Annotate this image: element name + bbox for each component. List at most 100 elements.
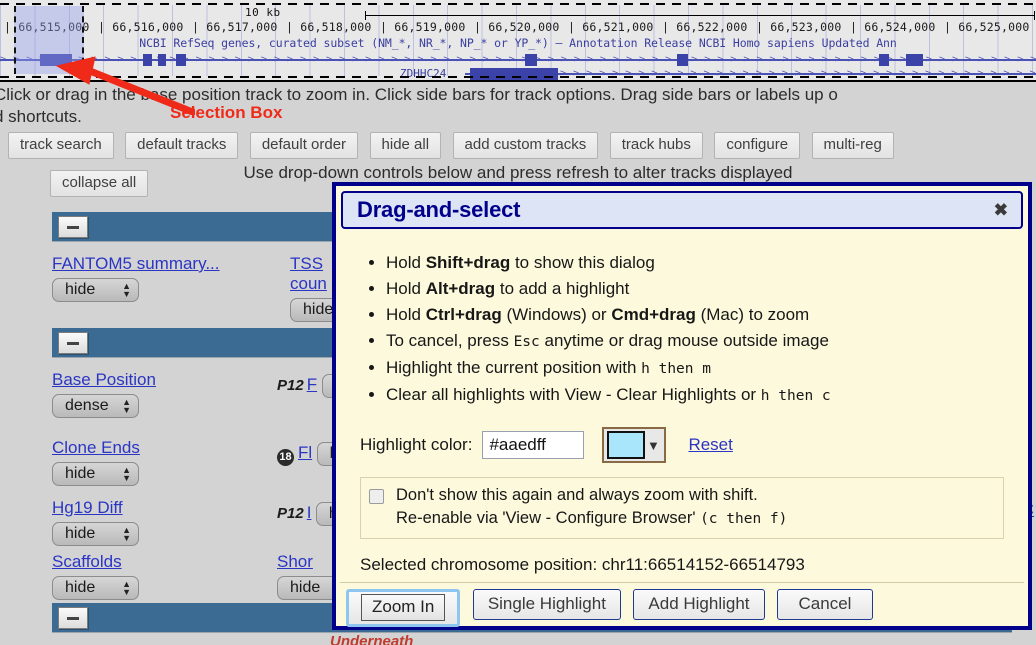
coordinate-tick: | 66,517,000 (192, 20, 277, 34)
track-prefix-p12: P12 (277, 377, 304, 394)
dialog-bullet-list: Hold Shift+drag to show this dialog Hold… (354, 250, 1010, 409)
scale-bar-line (365, 15, 1035, 16)
color-picker-button[interactable]: ▼ (602, 427, 666, 463)
checkbox-line-2-pre: Re-enable via 'View - Configure Browser' (396, 509, 700, 527)
dialog-title: Drag-and-select (357, 197, 520, 223)
single-highlight-button[interactable]: Single Highlight (473, 589, 621, 620)
track-visibility-select-hg19-diff[interactable]: hidedensesquishpackfull (52, 522, 139, 546)
dont-show-again-row: Don't show this again and always zoom wi… (360, 477, 1004, 539)
track-item-hg19-diff: Hg19 Diff hidedensesquishpackfull ▲▼ (52, 498, 139, 546)
coordinate-tick: | 66,518,000 (286, 20, 371, 34)
coordinate-tick: | 66,522,000 (662, 20, 747, 34)
track-visibility-select-scaffolds[interactable]: hidedensesquishpackfull (52, 576, 139, 600)
bullet-text-bold: Shift+drag (426, 253, 511, 272)
bullet-text-mid: (Windows) or (502, 305, 612, 324)
dialog-title-bar: Drag-and-select ✖ (341, 191, 1023, 229)
track-label-clone-ends[interactable]: Clone Ends (52, 438, 140, 458)
bullet-text-post: (Mac) to zoom (696, 305, 809, 324)
highlight-color-input[interactable] (482, 431, 584, 459)
group-collapse-button[interactable] (58, 332, 88, 354)
scale-bar-label: 10 kb (245, 6, 281, 19)
track-visibility-select-clone-ends[interactable]: hidedensesquishpackfull (52, 462, 139, 486)
bullet-text-post: to show this dialog (510, 253, 655, 272)
bullet-keycap: h then c (761, 388, 831, 404)
coordinate-tick: | 66,520,000 (474, 20, 559, 34)
track-label-p12-f[interactable]: F (307, 375, 317, 394)
track-hubs-button[interactable]: track hubs (610, 132, 703, 159)
color-swatch (607, 431, 645, 459)
track-visibility-select-wrap: hidedensesquishpackfull ▲▼ (52, 278, 139, 302)
refseq-track-title: NCBI RefSeq genes, curated subset (NM_*,… (0, 36, 1036, 51)
coordinate-tick: | 66,525,000 (944, 20, 1029, 34)
configure-button[interactable]: configure (714, 132, 800, 159)
track-label-p12-i[interactable]: I (307, 503, 312, 522)
gene-exon (677, 54, 688, 66)
checkbox-line-2-keycap: (c then f) (700, 511, 787, 527)
bullet-text-post: anytime or drag mouse outside image (540, 331, 829, 350)
track-visibility-select-fantom5[interactable]: hidedensesquishpackfull (52, 278, 139, 302)
track-label-fantom5[interactable]: FANTOM5 summary... (52, 254, 220, 274)
list-item: Hold Ctrl+drag (Windows) or Cmd+drag (Ma… (386, 302, 1010, 328)
dont-show-again-label: Don't show this again and always zoom wi… (396, 484, 787, 531)
track-toolbar: track search default tracks default orde… (8, 132, 1036, 158)
track-item-fantom5: FANTOM5 summary... hidedensesquishpackfu… (52, 254, 220, 302)
track-visibility-select-wrap: hidedensesquishpackfull ▲▼ (52, 576, 139, 600)
checkbox-line-1: Don't show this again and always zoom wi… (396, 486, 758, 504)
bullet-text-pre: Clear all highlights with View - Clear H… (386, 385, 761, 404)
coordinate-tick: | 66,516,000 (98, 20, 183, 34)
drag-and-select-dialog: Drag-and-select ✖ Hold Shift+drag to sho… (332, 182, 1032, 630)
track-visibility-select-wrap: hidedensesquishpackfull ▲▼ (52, 522, 139, 546)
list-item: Hold Alt+drag to add a highlight (386, 276, 1010, 302)
dialog-body: Hold Shift+drag to show this dialog Hold… (336, 234, 1028, 575)
track-item-clone-ends: Clone Ends hidedensesquishpackfull ▲▼ (52, 438, 140, 486)
add-highlight-button[interactable]: Add Highlight (633, 589, 764, 620)
gene-exon (525, 54, 537, 66)
track-visibility-select-base-position[interactable]: hidedensesquishpackfull (52, 394, 139, 418)
track-count-badge: 18 (277, 449, 294, 466)
dont-show-again-checkbox[interactable] (369, 489, 384, 504)
multi-region-button[interactable]: multi-reg (812, 132, 894, 159)
bullet-text-pre: Hold (386, 253, 426, 272)
bullet-text-pre: To cancel, press (386, 331, 514, 350)
track-label-hg19-diff[interactable]: Hg19 Diff (52, 498, 139, 518)
bullet-text-post: to add a highlight (495, 279, 629, 298)
zoom-in-button-label: Zoom In (361, 594, 445, 621)
track-label-base-position[interactable]: Base Position (52, 370, 156, 390)
list-item: Clear all highlights with View - Clear H… (386, 382, 1010, 409)
track-label-fl[interactable]: Fl (298, 443, 312, 462)
hide-all-button[interactable]: hide all (370, 132, 442, 159)
bullet-keycap: h then m (641, 361, 711, 377)
bullet-text-bold: Ctrl+drag (426, 305, 502, 324)
chevron-down-icon: ▼ (645, 438, 661, 453)
gene-exon (470, 68, 558, 80)
bullet-text-pre: Hold (386, 305, 426, 324)
coordinate-tick: | 66,523,000 (756, 20, 841, 34)
list-item: Hold Shift+drag to show this dialog (386, 250, 1010, 276)
selection-box-annotation-label: Selection Box (170, 103, 282, 123)
ruler-top-dashed-border (0, 3, 1036, 5)
add-custom-tracks-button[interactable]: add custom tracks (453, 132, 599, 159)
coordinate-tick-row: | 66,515,000| 66,516,000| 66,517,000| 66… (0, 20, 1036, 36)
track-visibility-select-wrap: hidedensesquishpackfull ▲▼ (52, 462, 139, 486)
default-tracks-button[interactable]: default tracks (125, 132, 238, 159)
list-item: To cancel, press Esc anytime or drag mou… (386, 328, 1010, 355)
coordinate-tick: | 66,521,000 (568, 20, 653, 34)
cancel-button[interactable]: Cancel (777, 589, 873, 620)
gene-exon (906, 54, 923, 66)
coordinate-tick: | 66,524,000 (850, 20, 935, 34)
bullet-text-bold: Alt+drag (426, 279, 495, 298)
track-label-scaffolds[interactable]: Scaffolds (52, 552, 139, 572)
track-search-button[interactable]: track search (8, 132, 114, 159)
reset-color-link[interactable]: Reset (688, 435, 732, 455)
default-order-button[interactable]: default order (250, 132, 358, 159)
track-prefix-p12: P12 (277, 505, 304, 522)
coordinate-tick: | 66,519,000 (380, 20, 465, 34)
track-visibility-select-wrap: hidedensesquishpackfull ▲▼ (52, 394, 139, 418)
gene-exon (879, 54, 889, 66)
group-collapse-button[interactable] (58, 216, 88, 238)
zoom-in-button[interactable]: Zoom In (346, 589, 460, 627)
group-collapse-button[interactable] (58, 607, 88, 629)
scale-bar: 10 kb (245, 7, 1035, 21)
highlight-color-row: Highlight color: ▼ Reset (360, 427, 1010, 463)
close-icon[interactable]: ✖ (994, 202, 1008, 219)
